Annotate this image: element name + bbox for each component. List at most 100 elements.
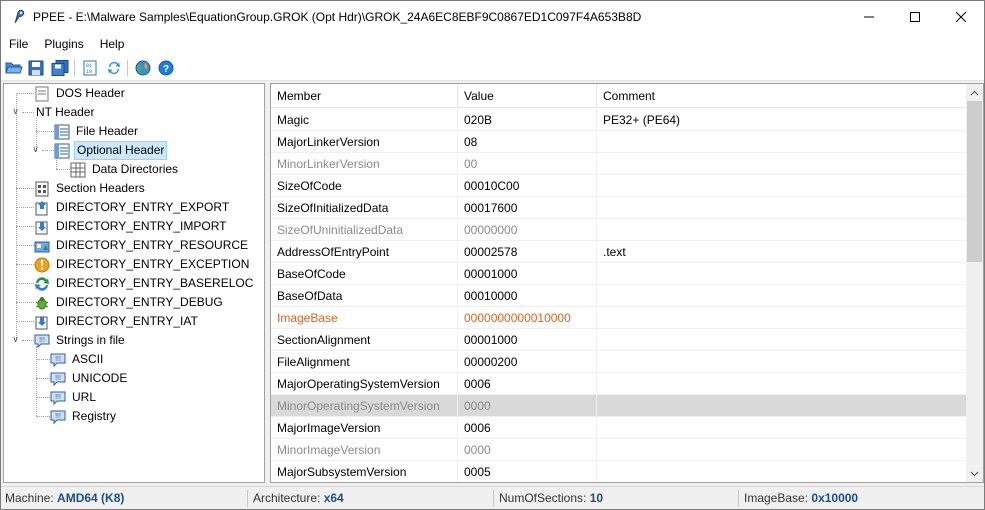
tree-item-resource[interactable]: DIRECTORY_ENTRY_RESOURCE [34,236,250,255]
globe-button[interactable] [134,59,152,77]
cell-member[interactable]: FileAlignment [271,351,458,373]
menu-file[interactable]: File [1,33,36,55]
table-row[interactable]: MajorSubsystemVersion 0005 [271,461,966,482]
pe-structure-tree[interactable]: ∨ ∨ ∨ DOS Header NT Header File Header O… [3,83,265,483]
cell-member[interactable]: SizeOfUninitializedData [271,219,458,241]
cell-member[interactable]: AddressOfEntryPoint [271,241,458,263]
cell-member[interactable]: MajorLinkerVersion [271,131,458,153]
tree-item-unicode[interactable]: !!! UNICODE [50,369,129,388]
tree-item-export[interactable]: DIRECTORY_ENTRY_EXPORT [34,198,231,217]
nt-header-expander[interactable]: ∨ [11,107,20,116]
optional-header-grid[interactable]: Member Value Comment Magic 020B PE32+ (PE6… [270,83,984,483]
table-row[interactable]: SectionAlignment 00001000 [271,329,966,351]
cell-value[interactable]: 0000 [458,439,597,461]
cell-value[interactable]: 08 [458,131,597,153]
cell-comment[interactable] [597,285,966,307]
tree-item-url[interactable]: !!! URL [50,388,98,407]
table-row[interactable]: BaseOfCode 00001000 [271,263,966,285]
cell-value[interactable]: 00010C00 [458,175,597,197]
cell-value[interactable]: 0000000000010000 [458,307,597,329]
vertical-scrollbar[interactable] [966,84,983,482]
cell-value[interactable]: 0006 [458,417,597,439]
column-header-member[interactable]: Member [271,84,458,108]
tree-item-data-directories[interactable]: Data Directories [70,160,180,179]
tree-item-dos-header[interactable]: DOS Header [34,84,127,103]
cell-member[interactable]: SectionAlignment [271,329,458,351]
cell-comment[interactable] [597,461,966,482]
minimize-button[interactable] [846,1,892,33]
table-row[interactable]: MinorLinkerVersion 00 [271,153,966,175]
column-header-value[interactable]: Value [458,84,597,108]
cell-value[interactable]: 0006 [458,373,597,395]
column-header-comment[interactable]: Comment [597,84,966,108]
menu-help[interactable]: Help [92,33,133,55]
table-row[interactable]: SizeOfUninitializedData 00000000 [271,219,966,241]
tree-item-iat[interactable]: DIRECTORY_ENTRY_IAT [34,312,200,331]
cell-value[interactable]: 00017600 [458,197,597,219]
table-row[interactable]: MajorImageVersion 0006 [271,417,966,439]
close-button[interactable] [938,1,984,33]
cell-member[interactable]: MajorImageVersion [271,417,458,439]
table-row[interactable]: Magic 020B PE32+ (PE64) [271,109,966,131]
cell-value[interactable]: 00002578 [458,241,597,263]
cell-value[interactable]: 0000 [458,395,597,417]
cell-comment[interactable] [597,373,966,395]
cell-value[interactable]: 00001000 [458,263,597,285]
scroll-up-button[interactable] [966,84,983,101]
cell-member[interactable]: SizeOfInitializedData [271,197,458,219]
hex-view-button[interactable]: 01 10 [81,59,99,77]
cell-member[interactable]: MajorSubsystemVersion [271,461,458,482]
tree-item-strings[interactable]: !!! Strings in file [34,331,127,350]
table-row[interactable]: AddressOfEntryPoint 00002578 .text [271,241,966,263]
tree-item-section-headers[interactable]: Section Headers [34,179,147,198]
tree-item-nt-header[interactable]: NT Header [34,103,96,122]
maximize-button[interactable] [892,1,938,33]
cell-value[interactable]: 020B [458,109,597,131]
tree-item-debug[interactable]: DIRECTORY_ENTRY_DEBUG [34,293,225,312]
cell-comment[interactable] [597,395,966,417]
cell-comment[interactable] [597,307,966,329]
cell-member[interactable]: MinorLinkerVersion [271,153,458,175]
scroll-down-button[interactable] [966,465,983,482]
tree-item-import[interactable]: DIRECTORY_ENTRY_IMPORT [34,217,228,236]
cell-member[interactable]: Magic [271,109,458,131]
tree-item-registry[interactable]: !!! Registry [50,407,118,426]
cell-member[interactable]: BaseOfCode [271,263,458,285]
cell-value[interactable]: 0005 [458,461,597,482]
table-row[interactable]: SizeOfInitializedData 00017600 [271,197,966,219]
cell-comment[interactable]: PE32+ (PE64) [597,109,966,131]
cell-comment[interactable] [597,219,966,241]
menu-plugins[interactable]: Plugins [36,33,91,55]
cell-comment[interactable] [597,417,966,439]
cell-value[interactable]: 00 [458,153,597,175]
cell-comment[interactable] [597,131,966,153]
open-button[interactable] [5,59,23,77]
tree-item-basereloc[interactable]: DIRECTORY_ENTRY_BASERELOC [34,274,255,293]
cell-comment[interactable] [597,263,966,285]
cell-value[interactable]: 00010000 [458,285,597,307]
cell-value[interactable]: 00000000 [458,219,597,241]
cell-comment[interactable]: .text [597,241,966,263]
table-row[interactable]: MajorOperatingSystemVersion 0006 [271,373,966,395]
table-row[interactable]: FileAlignment 00000200 [271,351,966,373]
help-button[interactable]: ? [157,59,175,77]
tree-item-file-header[interactable]: File Header [54,122,140,141]
table-row[interactable]: MinorImageVersion 0000 [271,439,966,461]
cell-comment[interactable] [597,153,966,175]
cell-comment[interactable] [597,351,966,373]
tree-item-exception[interactable]: DIRECTORY_ENTRY_EXCEPTION [34,255,251,274]
table-row[interactable]: ImageBase 0000000000010000 [271,307,966,329]
table-row[interactable]: MajorLinkerVersion 08 [271,131,966,153]
cell-value[interactable]: 00001000 [458,329,597,351]
tree-item-ascii[interactable]: !!! ASCII [50,350,105,369]
scroll-thumb[interactable] [967,101,982,262]
cell-comment[interactable] [597,175,966,197]
table-row[interactable]: SizeOfCode 00010C00 [271,175,966,197]
cell-member[interactable]: MinorOperatingSystemVersion [271,395,458,417]
tree-item-optional-header[interactable]: Optional Header [54,141,168,160]
save-button[interactable] [27,59,45,77]
refresh-button[interactable] [105,59,123,77]
cell-member[interactable]: SizeOfCode [271,175,458,197]
cell-comment[interactable] [597,197,966,219]
cell-value[interactable]: 00000200 [458,351,597,373]
